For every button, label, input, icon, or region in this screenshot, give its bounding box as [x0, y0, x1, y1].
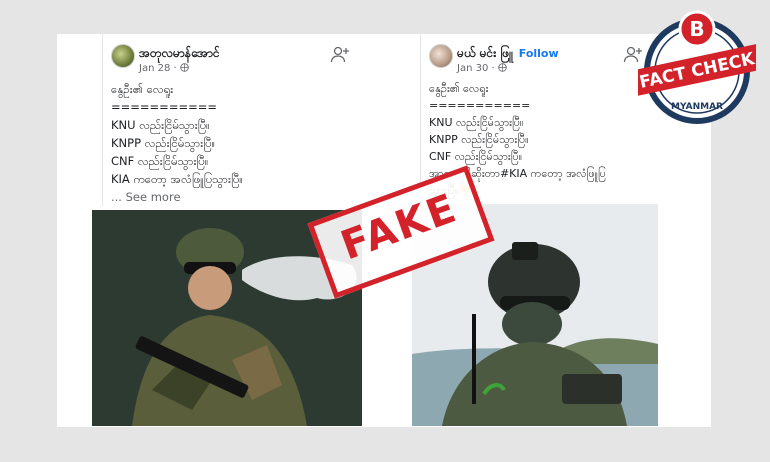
- text-line: KNPP လည်းငြိမ်သွားပြီ။: [111, 136, 216, 150]
- text-line: KIA ကတော့ အလံဖြူပြသွားပြီ။: [111, 172, 243, 186]
- avatar[interactable]: [429, 44, 453, 68]
- text-line: CNF လည်းငြိမ်သွားပြီ။: [111, 154, 209, 168]
- post-header: အတုလမာန်အောင် Jan 28 ·: [111, 44, 352, 78]
- svg-text:MYANMAR: MYANMAR: [671, 102, 723, 112]
- author-name-text[interactable]: မယ် မင်း ဖြူ: [457, 46, 513, 60]
- author-name[interactable]: အတုလမာန်အောင်: [139, 45, 220, 63]
- text-line: ===========: [429, 99, 531, 112]
- post-date[interactable]: Jan 28 ·: [139, 63, 189, 74]
- text-line: နွေဦး၏ လေရူး: [111, 82, 174, 96]
- fact-check-badge: B FACT CHECK MYANMAR: [630, 9, 764, 127]
- post-date[interactable]: Jan 30 ·: [457, 63, 507, 74]
- post-text: နွေဦး၏ လေရူး =========== KNU လည်းငြိမ်သွ…: [111, 80, 352, 206]
- author-name: မယ် မင်း ဖြူ Follow: [457, 45, 559, 63]
- follow-button[interactable]: Follow: [519, 47, 559, 60]
- text-line: ===========: [111, 100, 217, 114]
- text-line: CNF လည်းငြိမ်သွားပြီ။: [429, 150, 523, 163]
- text-line: KNPP လည်းငြိမ်သွားပြီ။: [429, 133, 529, 146]
- text-line: KNU လည်းငြိမ်သွားပြီ။: [429, 116, 524, 129]
- text-line: KNU လည်းငြိမ်သွားပြီ။: [111, 118, 210, 132]
- add-friend-icon[interactable]: [330, 46, 352, 64]
- globe-icon: [498, 63, 507, 74]
- text-line: နွေဦး၏ လေရူး: [429, 82, 489, 95]
- facebook-post-left: အတုလမာန်အောင် Jan 28 · နွေဦး၏ လေရူး ====…: [102, 34, 360, 206]
- globe-icon: [180, 63, 189, 74]
- see-more-link[interactable]: ... See more: [111, 188, 352, 206]
- avatar[interactable]: [111, 44, 135, 68]
- post-header: မယ် မင်း ဖြူ Follow Jan 30 ·: [429, 44, 645, 78]
- svg-text:B: B: [689, 17, 704, 41]
